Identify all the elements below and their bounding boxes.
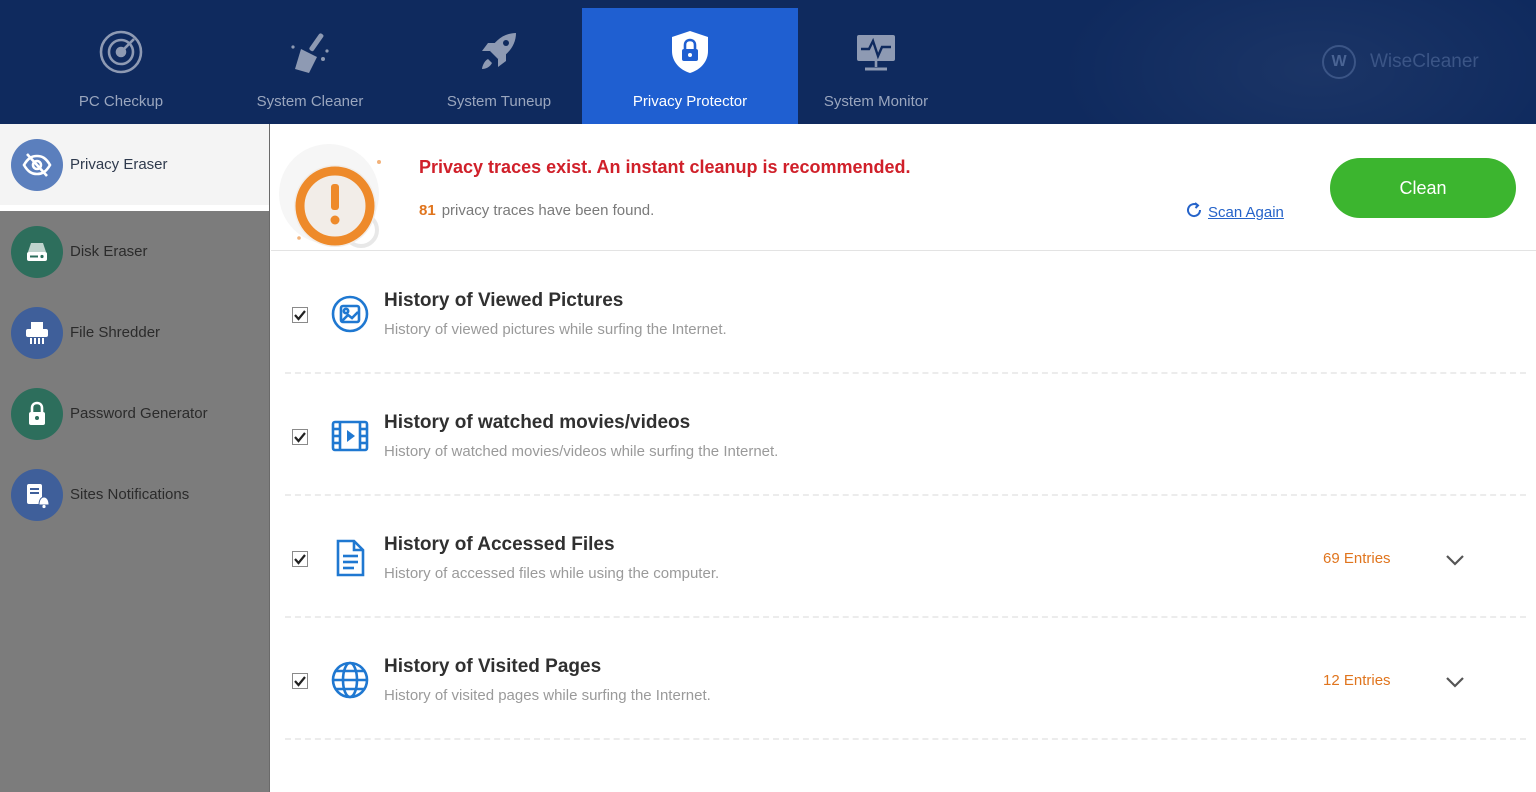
tab-label: PC Checkup [78, 93, 164, 110]
sidebar-item-file-shredder[interactable]: File Shredder [0, 292, 269, 373]
sidebar-item-label: Sites Notifications [70, 486, 190, 503]
warning-icon [279, 142, 387, 250]
item-title: History of Accessed Files [384, 534, 615, 555]
scan-again-link[interactable]: Scan Again [1185, 201, 1284, 224]
tab-label: Privacy Protector [632, 93, 748, 110]
top-navigation: PC Checkup System Cleaner System Tuneup [0, 0, 1536, 124]
item-checkbox[interactable] [292, 673, 308, 689]
tab-system-monitor[interactable]: System Monitor [781, 8, 971, 124]
shield-lock-icon [666, 28, 714, 76]
scan-result-header: Privacy traces exist. An instant cleanup… [271, 124, 1536, 251]
refresh-icon [1185, 201, 1203, 224]
alert-subtitle-text: privacy traces have been found. [441, 202, 655, 219]
item-title: History of Visited Pages [384, 656, 602, 677]
checkmark-icon [294, 432, 306, 443]
sidebar-item-label: Password Generator [70, 405, 208, 422]
clean-button[interactable]: Clean [1330, 158, 1516, 218]
list-item: History of watched movies/videos History… [271, 374, 1536, 496]
sidebar-item-privacy-eraser[interactable]: Privacy Eraser [0, 124, 269, 211]
monitor-pulse-icon [852, 28, 900, 76]
privacy-trace-list: History of Viewed Pictures History of vi… [271, 252, 1536, 740]
item-description: History of visited pages while surfing t… [384, 687, 711, 704]
shredder-icon [11, 306, 63, 359]
tab-system-tuneup[interactable]: System Tuneup [404, 8, 594, 124]
rocket-icon [475, 28, 523, 76]
checkmark-icon [294, 310, 306, 321]
sidebar: Privacy Eraser Disk Eraser File Shredder [0, 124, 270, 792]
sidebar-item-label: Disk Eraser [70, 243, 148, 260]
sidebar-item-label: File Shredder [70, 324, 161, 341]
tab-system-cleaner[interactable]: System Cleaner [215, 8, 405, 124]
entries-count: 12 Entries [1323, 672, 1391, 689]
film-icon [329, 415, 371, 457]
alert-subtitle: 81 privacy traces have been found. [419, 202, 654, 219]
checkmark-icon [294, 676, 306, 687]
disk-icon [11, 225, 63, 278]
globe-icon [329, 659, 371, 701]
tab-pc-checkup[interactable]: PC Checkup [26, 8, 216, 124]
item-checkbox[interactable] [292, 429, 308, 445]
row-divider [285, 738, 1526, 740]
tab-label: System Monitor [823, 93, 929, 110]
item-title: History of watched movies/videos [384, 412, 691, 433]
sidebar-item-label: Privacy Eraser [70, 156, 168, 173]
broom-icon [286, 28, 334, 76]
item-description: History of accessed files while using th… [384, 565, 720, 582]
eye-slash-icon [11, 138, 63, 191]
sidebar-item-disk-eraser[interactable]: Disk Eraser [0, 211, 269, 292]
item-checkbox[interactable] [292, 307, 308, 323]
trace-count: 81 [419, 202, 436, 219]
document-icon [329, 537, 371, 579]
list-item: History of Visited Pages History of visi… [271, 618, 1536, 740]
item-description: History of watched movies/videos while s… [384, 443, 779, 460]
scan-again-label: Scan Again [1208, 204, 1284, 221]
tab-label: System Tuneup [446, 93, 552, 110]
item-description: History of viewed pictures while surfing… [384, 321, 727, 338]
brand-name: WiseCleaner [1370, 51, 1479, 72]
tab-privacy-protector[interactable]: Privacy Protector [582, 8, 798, 124]
radar-target-icon [97, 28, 145, 76]
item-checkbox[interactable] [292, 551, 308, 567]
list-item: History of Accessed Files History of acc… [271, 496, 1536, 618]
tab-label: System Cleaner [256, 93, 364, 110]
sidebar-item-password-generator[interactable]: Password Generator [0, 373, 269, 454]
item-title: History of Viewed Pictures [384, 290, 624, 311]
alert-title: Privacy traces exist. An instant cleanup… [419, 157, 911, 177]
wisecleaner-logo: W WiseCleaner [1322, 44, 1479, 80]
brand-logo-icon: W [1322, 45, 1356, 79]
checkmark-icon [294, 554, 306, 565]
chevron-down-icon[interactable] [1443, 548, 1467, 572]
padlock-icon [11, 387, 63, 440]
sidebar-item-sites-notifications[interactable]: Sites Notifications [0, 454, 269, 535]
chevron-down-icon[interactable] [1443, 670, 1467, 694]
list-item: History of Viewed Pictures History of vi… [271, 252, 1536, 374]
entries-count: 69 Entries [1323, 550, 1391, 567]
picture-icon [329, 293, 371, 335]
notification-bell-icon [11, 468, 63, 521]
